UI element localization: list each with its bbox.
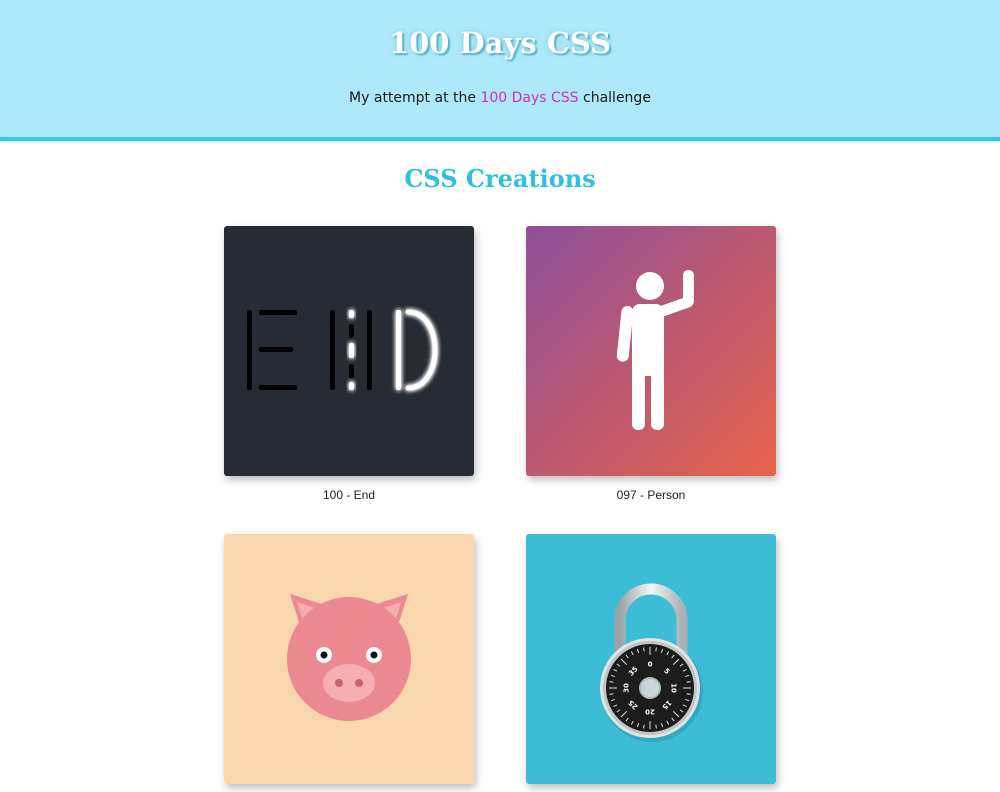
card-person-caption[interactable]: 097 - Person [526,488,776,502]
dial-tick [609,681,614,683]
tagline-text-after: challenge [578,90,651,106]
lock-illustration: 05101520253035 [526,534,776,784]
section-title: CSS Creations [404,164,596,193]
site-header: 100 Days CSS My attempt at the 100 Days … [0,0,1000,141]
dial-tick [643,647,645,652]
card-lock[interactable]: 0 5 10 15 20 25 30 35 [526,534,776,784]
person-illustration [526,226,776,476]
dial-tick [655,647,657,652]
end-neon-illustration [224,226,474,476]
tagline: My attempt at the 100 Days CSS challenge [0,90,1000,106]
card-end[interactable] [224,226,474,476]
dial-tick [643,724,645,729]
dial-tick [686,681,691,683]
card-end-caption[interactable]: 100 - End [224,488,474,502]
dial-number: 20 [645,708,655,716]
dial-tick [609,693,614,695]
dial-tick [655,724,657,729]
dial-number: 0 [648,661,653,669]
card-pig[interactable] [224,534,474,784]
card-person[interactable] [526,226,776,476]
pig-illustration [224,534,474,784]
site-title: 100 Days CSS [388,26,612,60]
dial-number: 10 [670,683,678,693]
dial-number: 30 [623,683,631,693]
tagline-text-before: My attempt at the [349,90,481,106]
challenge-link[interactable]: 100 Days CSS [480,90,578,106]
pig-icon [287,594,411,721]
dial-tick [686,693,691,695]
